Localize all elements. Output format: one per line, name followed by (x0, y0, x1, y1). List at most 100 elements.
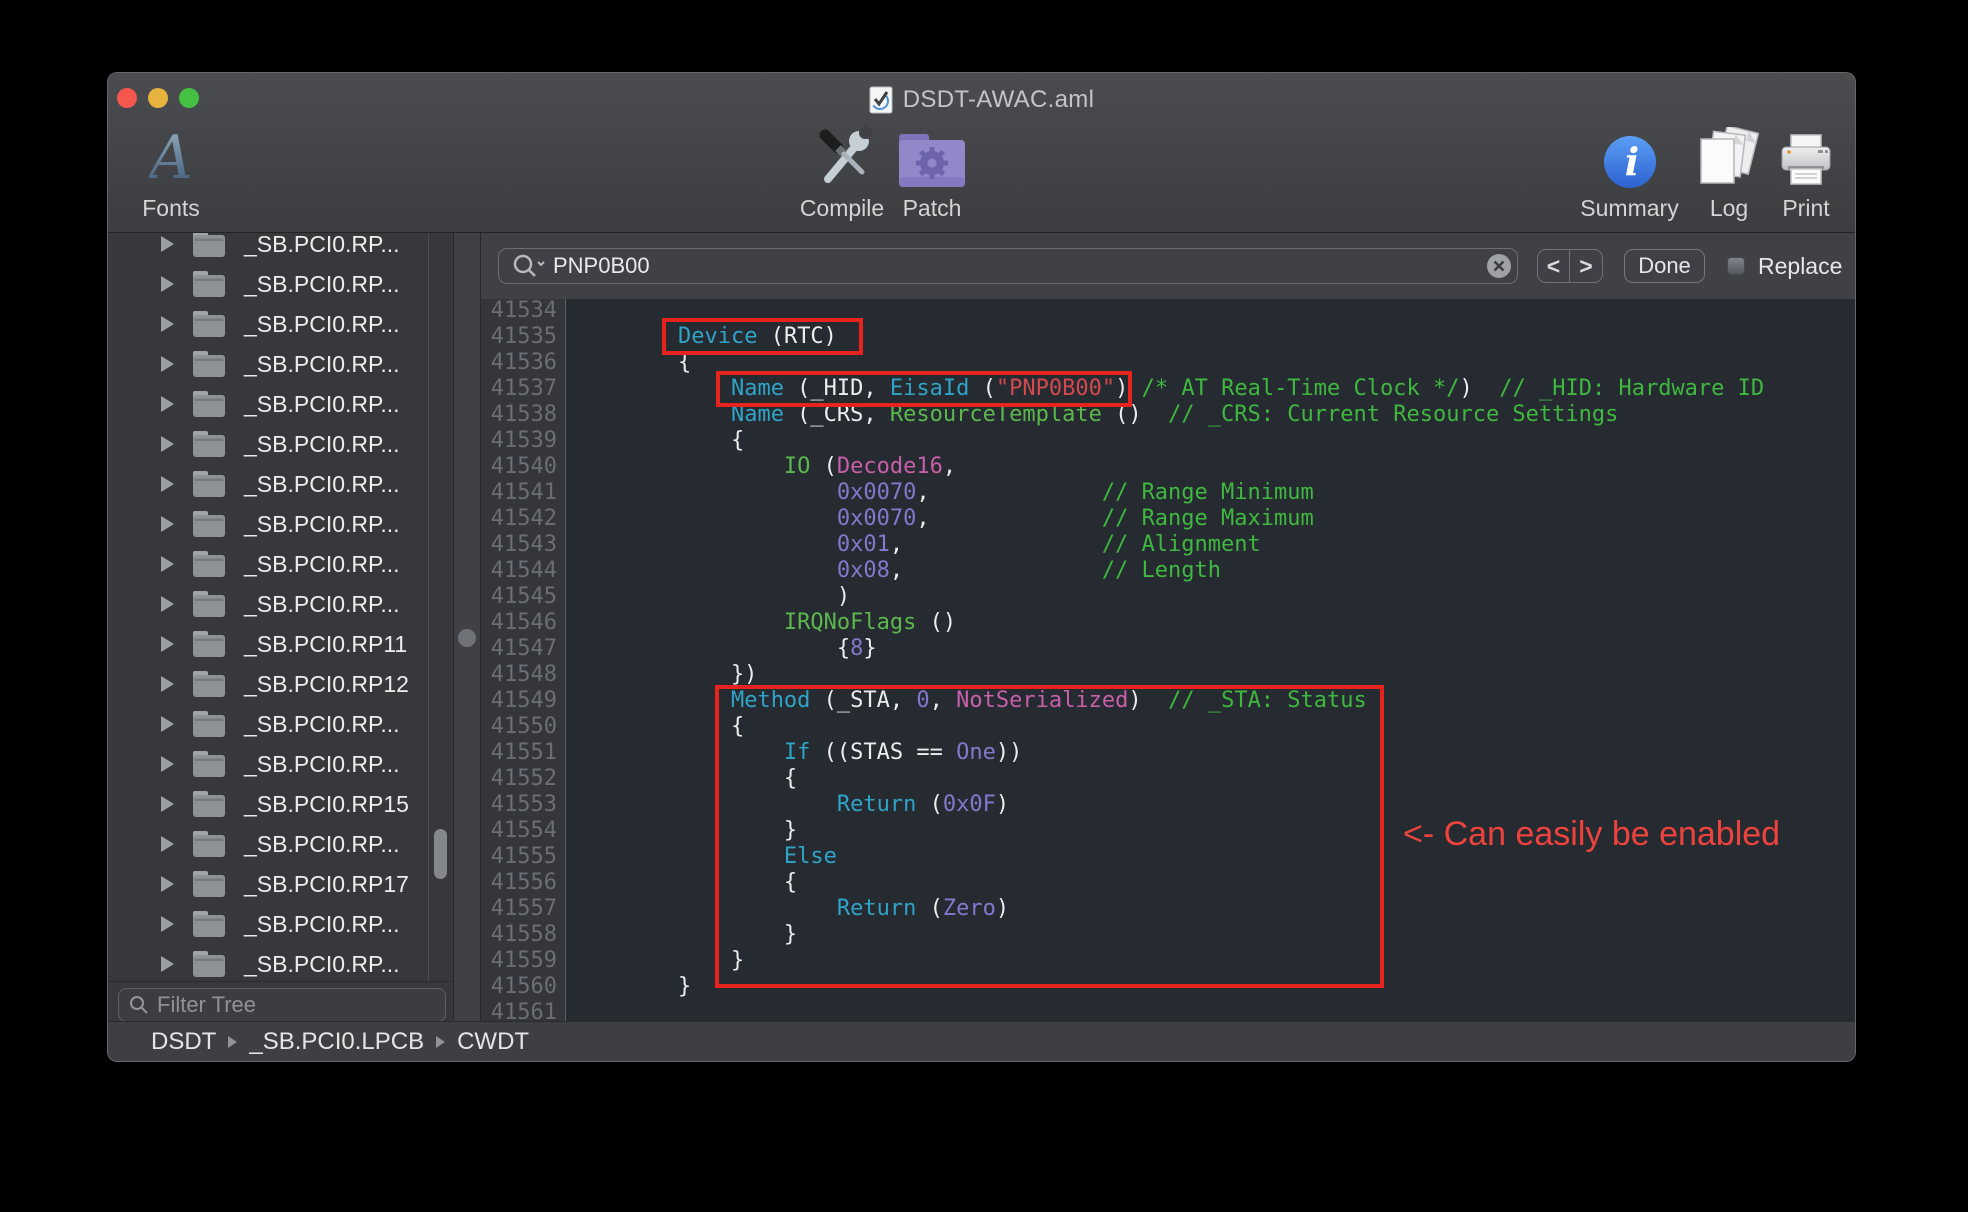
tree-row[interactable]: _SB.PCI0.RP... (108, 264, 428, 304)
code-line: 41547 {8} (481, 636, 1855, 662)
line-number: 41556 (481, 870, 557, 896)
tree-row[interactable]: _SB.PCI0.RP... (108, 233, 428, 264)
tree-item-label: _SB.PCI0.RP... (244, 511, 400, 538)
folder-icon (192, 670, 226, 698)
split-divider[interactable] (453, 233, 481, 1023)
replace-checkbox[interactable] (1727, 257, 1745, 275)
tree-row[interactable]: _SB.PCI0.RP... (108, 304, 428, 344)
clear-search-icon[interactable] (1485, 252, 1513, 280)
compile-label: Compile (800, 195, 884, 222)
disclosure-triangle-icon[interactable] (161, 836, 174, 852)
disclosure-triangle-icon[interactable] (161, 476, 174, 492)
fonts-label: Fonts (142, 195, 200, 222)
line-number: 41536 (481, 350, 557, 376)
tree-item-label: _SB.PCI0.RP... (244, 471, 400, 498)
code-line: 41539 { (481, 428, 1855, 454)
print-button[interactable]: Print (1768, 123, 1844, 222)
tree-row[interactable]: _SB.PCI0.RP... (108, 824, 428, 864)
find-previous-button[interactable]: < (1538, 250, 1570, 282)
folder-icon (192, 310, 226, 338)
tree-row[interactable]: _SB.PCI0.RP... (108, 384, 428, 424)
log-button[interactable]: Log (1695, 123, 1763, 222)
disclosure-triangle-icon[interactable] (161, 756, 174, 772)
disclosure-triangle-icon[interactable] (161, 236, 174, 252)
split-drag-handle[interactable] (458, 629, 476, 647)
line-number: 41550 (481, 714, 557, 740)
line-number: 41546 (481, 610, 557, 636)
patch-label: Patch (903, 195, 962, 222)
disclosure-triangle-icon[interactable] (161, 676, 174, 692)
tree-row[interactable]: _SB.PCI0.RP... (108, 544, 428, 584)
disclosure-triangle-icon[interactable] (161, 556, 174, 572)
tree-row[interactable]: _SB.PCI0.RP... (108, 344, 428, 384)
tree-row[interactable]: _SB.PCI0.RP... (108, 944, 428, 984)
tree-row[interactable]: _SB.PCI0.RP... (108, 464, 428, 504)
tree-row[interactable]: _SB.PCI0.RP... (108, 744, 428, 784)
folder-icon (192, 470, 226, 498)
find-next-button[interactable]: > (1570, 250, 1602, 282)
line-number: 41558 (481, 922, 557, 948)
sidebar-scrollbar-thumb[interactable] (434, 829, 447, 879)
svg-text:i: i (1624, 139, 1638, 184)
summary-label: Summary (1580, 195, 1678, 222)
disclosure-triangle-icon[interactable] (161, 636, 174, 652)
tree-row[interactable]: _SB.PCI0.RP17 (108, 864, 428, 904)
summary-button[interactable]: i Summary (1577, 123, 1682, 222)
search-field[interactable] (498, 248, 1518, 284)
sidebar-footer (108, 981, 453, 1023)
disclosure-triangle-icon[interactable] (161, 316, 174, 332)
tree-row[interactable]: _SB.PCI0.RP... (108, 904, 428, 944)
tree-row[interactable]: _SB.PCI0.RP... (108, 424, 428, 464)
folder-icon (192, 510, 226, 538)
window-title: DSDT-AWAC.aml (903, 86, 1094, 114)
line-number: 41551 (481, 740, 557, 766)
line-number: 41544 (481, 558, 557, 584)
folder-icon (192, 233, 226, 258)
find-nav-segment: < > (1537, 249, 1603, 283)
annotation-note: <- Can easily be enabled (1403, 815, 1780, 854)
disclosure-triangle-icon[interactable] (161, 436, 174, 452)
disclosure-triangle-icon[interactable] (161, 356, 174, 372)
line-number: 41535 (481, 324, 557, 350)
disclosure-triangle-icon[interactable] (161, 916, 174, 932)
line-number: 41557 (481, 896, 557, 922)
disclosure-triangle-icon[interactable] (161, 876, 174, 892)
summary-info-icon: i (1603, 135, 1657, 189)
tree-item-label: _SB.PCI0.RP... (244, 911, 400, 938)
replace-label[interactable]: Replace (1758, 253, 1842, 280)
tree-row[interactable]: _SB.PCI0.RP15 (108, 784, 428, 824)
line-number: 41553 (481, 792, 557, 818)
tree-row[interactable]: _SB.PCI0.RP... (108, 504, 428, 544)
done-button[interactable]: Done (1624, 249, 1705, 283)
filter-tree-input[interactable] (157, 992, 417, 1018)
tree-row[interactable]: _SB.PCI0.RP... (108, 704, 428, 744)
line-number: 41561 (481, 1000, 557, 1023)
folder-icon (192, 910, 226, 938)
disclosure-triangle-icon[interactable] (161, 956, 174, 972)
tree-item-label: _SB.PCI0.RP... (244, 431, 400, 458)
code-editor[interactable]: 4153441535 Device (RTC)41536 {41537 Name… (481, 299, 1855, 1023)
breadcrumb-item[interactable]: _SB.PCI0.LPCB (249, 1028, 424, 1056)
disclosure-triangle-icon[interactable] (161, 796, 174, 812)
line-number: 41554 (481, 818, 557, 844)
breadcrumb-item[interactable]: CWDT (457, 1028, 529, 1056)
tree-row[interactable]: _SB.PCI0.RP... (108, 584, 428, 624)
patch-button[interactable]: Patch (894, 123, 970, 222)
tree-row[interactable]: _SB.PCI0.RP11 (108, 624, 428, 664)
print-label: Print (1782, 195, 1829, 222)
compile-button[interactable]: Compile (792, 123, 892, 222)
breadcrumb-item[interactable]: DSDT (151, 1028, 216, 1056)
disclosure-triangle-icon[interactable] (161, 596, 174, 612)
disclosure-triangle-icon[interactable] (161, 396, 174, 412)
folder-icon (192, 950, 226, 978)
search-input[interactable] (553, 253, 1433, 279)
tree-item-label: _SB.PCI0.RP... (244, 271, 400, 298)
tree-item-label: _SB.PCI0.RP12 (244, 671, 409, 698)
fonts-button[interactable]: A Fonts (126, 123, 216, 222)
filter-tree-field[interactable] (118, 988, 446, 1022)
disclosure-triangle-icon[interactable] (161, 716, 174, 732)
code-line: 41541 0x0070, // Range Minimum (481, 480, 1855, 506)
disclosure-triangle-icon[interactable] (161, 516, 174, 532)
disclosure-triangle-icon[interactable] (161, 276, 174, 292)
tree-row[interactable]: _SB.PCI0.RP12 (108, 664, 428, 704)
